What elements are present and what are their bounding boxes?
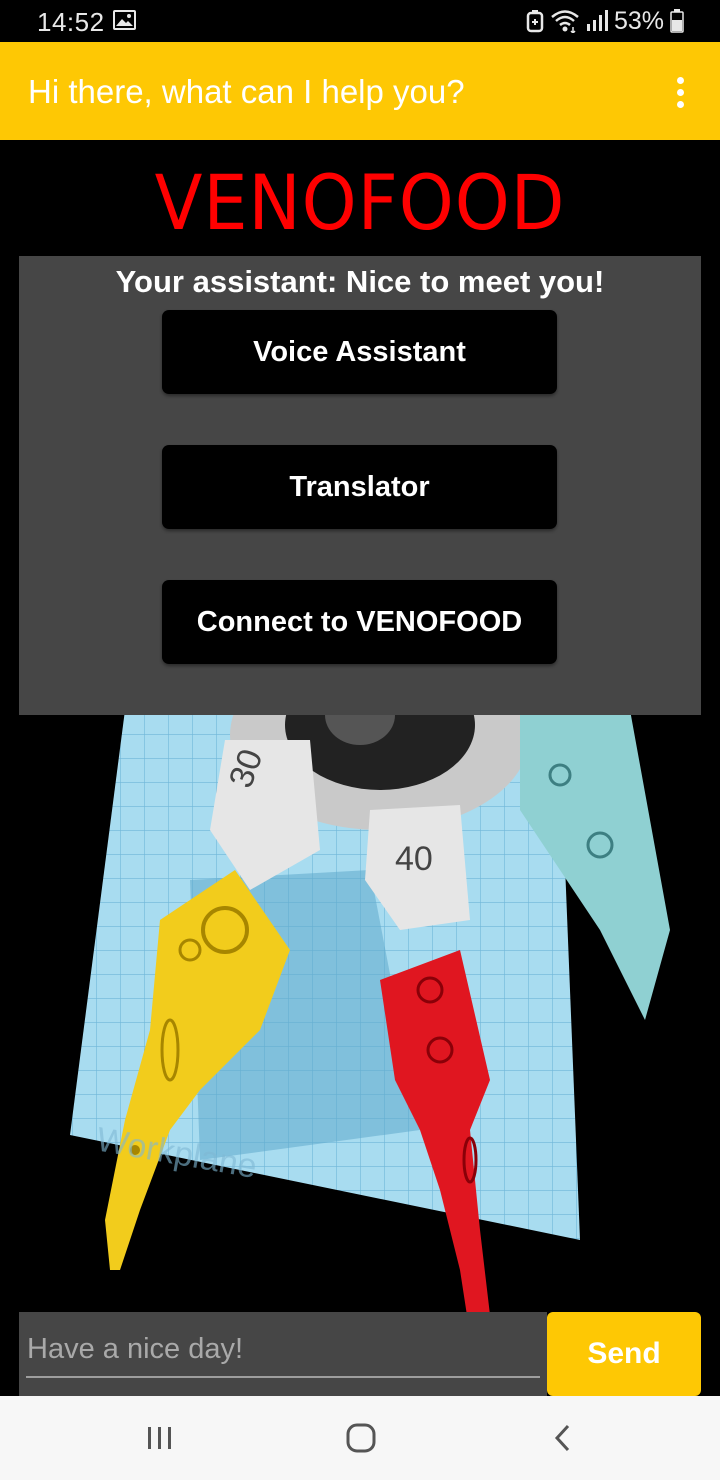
app-bar-title: Hi there, what can I help you?	[28, 73, 465, 110]
menu-dot	[676, 88, 684, 96]
system-nav-bar	[0, 1396, 720, 1480]
battery-percent: 53%	[613, 6, 664, 35]
send-button[interactable]: Send	[547, 1312, 701, 1396]
battery-icon	[670, 9, 684, 33]
status-indicators: 53%	[526, 6, 684, 36]
app-bar: Hi there, what can I help you?	[0, 42, 720, 140]
recent-apps-icon[interactable]	[130, 1416, 190, 1460]
voice-assistant-button[interactable]: Voice Assistant	[162, 310, 557, 394]
home-icon[interactable]	[331, 1416, 391, 1460]
signal-icon	[586, 10, 608, 31]
translator-button[interactable]: Translator	[162, 445, 557, 529]
message-input[interactable]	[26, 1322, 540, 1378]
part-label-40: 40	[395, 840, 433, 878]
assistant-message: Your assistant: Nice to meet you!	[115, 264, 605, 299]
data-saver-icon	[526, 10, 544, 33]
gallery-icon	[113, 10, 136, 30]
wifi-icon	[551, 10, 579, 33]
overflow-menu-icon[interactable]	[664, 72, 696, 112]
assistant-panel: Your assistant: Nice to meet you! Voice …	[19, 256, 701, 715]
connect-venofood-button[interactable]: Connect to VENOFOOD	[162, 580, 557, 664]
back-icon[interactable]	[533, 1416, 593, 1460]
menu-dot	[676, 76, 684, 84]
main-content: VENOFOOD 30 40 Workplane Your assistant:…	[0, 140, 720, 1396]
status-time: 14:52	[37, 7, 105, 37]
status-bar: 14:52 53%	[0, 0, 720, 42]
menu-dot	[676, 100, 684, 108]
chat-input-bar	[19, 1312, 547, 1396]
